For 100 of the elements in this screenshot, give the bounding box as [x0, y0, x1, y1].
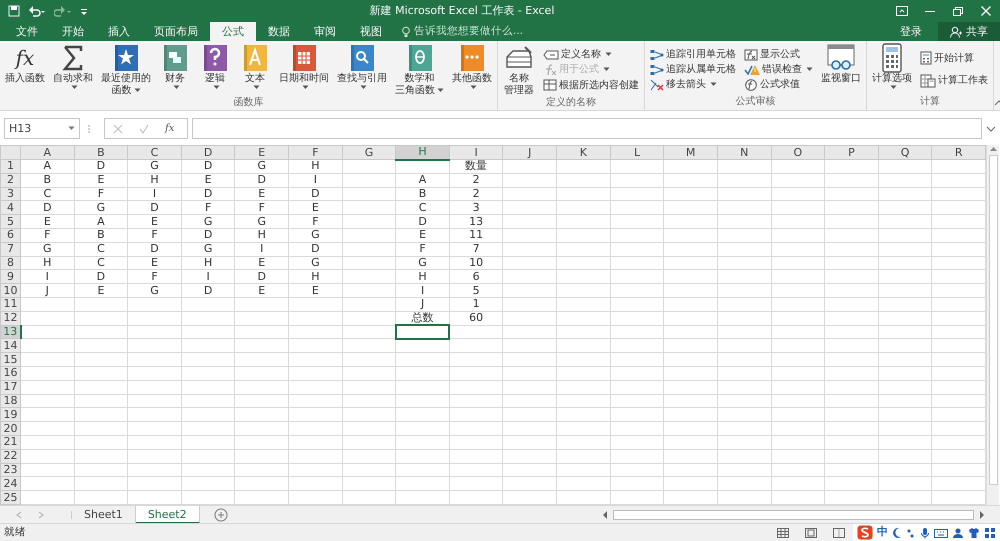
- ribbon-tab[interactable]: 数据: [256, 22, 302, 41]
- column-header[interactable]: Q: [878, 146, 932, 160]
- ribbon-tab[interactable]: 视图: [348, 22, 394, 41]
- column-header[interactable]: E: [234, 146, 289, 160]
- ribbon-display-icon[interactable]: [896, 6, 908, 16]
- selected-cell[interactable]: [396, 325, 450, 339]
- input-method-logo-icon[interactable]: [857, 525, 873, 540]
- row-header[interactable]: 25: [0, 490, 20, 504]
- moon-icon[interactable]: [892, 526, 902, 538]
- ribbon-tab[interactable]: 开始: [50, 22, 96, 41]
- column-header[interactable]: C: [128, 146, 182, 160]
- ribbon-button[interactable]: 自动求和: [51, 43, 95, 90]
- ribbon-button[interactable]: 日期和时间: [277, 43, 331, 90]
- row-header[interactable]: 5: [0, 214, 20, 228]
- row-header[interactable]: 7: [0, 242, 20, 256]
- ribbon-button[interactable]: 监视窗口: [819, 43, 863, 85]
- ribbon-tab[interactable]: 文件: [4, 22, 50, 41]
- horizontal-scrollbar[interactable]: [601, 508, 986, 520]
- ribbon-button[interactable]: 追踪从属单元格: [648, 62, 738, 77]
- input-mode-toggle[interactable]: 中: [877, 524, 888, 541]
- row-header[interactable]: 14: [0, 338, 20, 353]
- ribbon-button[interactable]: 其他函数: [450, 43, 494, 90]
- ribbon-button[interactable]: fx 插入函数: [3, 43, 47, 85]
- column-header[interactable]: D: [181, 146, 235, 160]
- column-header[interactable]: J: [502, 146, 557, 160]
- person-icon[interactable]: [952, 526, 964, 538]
- close-icon[interactable]: [980, 6, 992, 16]
- column-header[interactable]: R: [932, 146, 986, 160]
- row-header[interactable]: 1: [0, 160, 20, 174]
- row-header[interactable]: 17: [0, 380, 20, 394]
- redo-icon[interactable]: [54, 5, 72, 17]
- ribbon-tab[interactable]: 插入: [96, 22, 142, 41]
- column-header[interactable]: H: [396, 146, 450, 160]
- tell-me-field[interactable]: 告诉我您想要做什么...: [402, 22, 524, 41]
- share-button[interactable]: 共享: [938, 22, 1000, 41]
- undo-icon[interactable]: [28, 5, 46, 17]
- save-icon[interactable]: [8, 5, 20, 17]
- column-header[interactable]: O: [771, 146, 825, 160]
- ribbon-button[interactable]: 公式求值: [742, 77, 815, 92]
- row-header[interactable]: 8: [0, 256, 20, 270]
- microphone-icon[interactable]: [920, 526, 930, 538]
- shirt-icon[interactable]: [968, 526, 980, 538]
- ribbon-tab[interactable]: 公式: [210, 22, 256, 41]
- row-header[interactable]: 6: [0, 228, 20, 242]
- row-header[interactable]: 23: [0, 463, 20, 477]
- ribbon-button[interactable]: 根据所选内容创建: [541, 78, 641, 93]
- sheet-tab[interactable]: Sheet2: [136, 506, 200, 524]
- page-break-icon[interactable]: [833, 528, 845, 538]
- add-sheet-icon[interactable]: [214, 508, 228, 522]
- ribbon-button[interactable]: 财务: [157, 43, 193, 90]
- column-header[interactable]: G: [342, 146, 396, 160]
- ribbon-button[interactable]: 最近使用的 函数: [99, 43, 153, 97]
- ribbon-tab[interactable]: 页面布局: [142, 22, 210, 41]
- ribbon-button[interactable]: 文本: [237, 43, 273, 90]
- row-header[interactable]: 10: [0, 284, 20, 298]
- row-header[interactable]: 20: [0, 422, 20, 436]
- row-header[interactable]: 19: [0, 408, 20, 422]
- row-header[interactable]: 24: [0, 476, 20, 491]
- ribbon-button[interactable]: 计算选项: [870, 43, 914, 90]
- column-header[interactable]: F: [288, 146, 342, 160]
- ribbon-button[interactable]: 计算工作表: [918, 73, 990, 88]
- sign-in-link[interactable]: 登录: [888, 22, 934, 41]
- row-header[interactable]: 12: [0, 311, 20, 326]
- ribbon-button[interactable]: 错误检查: [742, 62, 815, 77]
- row-header[interactable]: 15: [0, 352, 20, 366]
- row-header[interactable]: 22: [0, 449, 20, 464]
- column-header[interactable]: M: [664, 146, 718, 160]
- ribbon-tab[interactable]: 审阅: [302, 22, 348, 41]
- ribbon-button[interactable]: 逻辑: [197, 43, 233, 90]
- row-header[interactable]: 11: [0, 297, 20, 312]
- name-box[interactable]: H13: [4, 118, 80, 139]
- row-header[interactable]: 18: [0, 394, 20, 408]
- row-header[interactable]: 13: [0, 325, 20, 339]
- vertical-scrollbar[interactable]: [986, 145, 999, 505]
- punctuation-icon[interactable]: [906, 526, 916, 538]
- ribbon-button[interactable]: 定义名称: [541, 47, 641, 62]
- formula-input[interactable]: [192, 118, 982, 139]
- insert-function-button[interactable]: fx: [165, 121, 174, 136]
- ribbon-button[interactable]: 开始计算: [918, 50, 990, 66]
- row-header[interactable]: 16: [0, 366, 20, 380]
- ribbon-button[interactable]: 数学和 三角函数: [393, 43, 446, 97]
- column-header[interactable]: I: [449, 146, 503, 160]
- column-header[interactable]: A: [20, 146, 74, 160]
- expand-icon[interactable]: [986, 124, 996, 132]
- page-layout-icon[interactable]: [805, 528, 817, 538]
- ribbon-button[interactable]: 显示公式: [742, 47, 815, 62]
- column-header[interactable]: N: [717, 146, 772, 160]
- row-header[interactable]: 3: [0, 187, 20, 201]
- column-header[interactable]: B: [74, 146, 128, 160]
- row-header[interactable]: 9: [0, 270, 20, 284]
- normal-view-icon[interactable]: [777, 528, 789, 538]
- keyboard-icon[interactable]: [934, 526, 948, 538]
- column-header[interactable]: P: [824, 146, 878, 160]
- ribbon-button[interactable]: 名称 管理器: [501, 43, 537, 97]
- column-header[interactable]: L: [610, 146, 664, 160]
- column-header[interactable]: K: [556, 146, 610, 160]
- grid-icon[interactable]: [984, 526, 996, 538]
- row-header[interactable]: 21: [0, 435, 20, 450]
- row-header[interactable]: 4: [0, 200, 20, 215]
- caret-icon[interactable]: [68, 126, 75, 131]
